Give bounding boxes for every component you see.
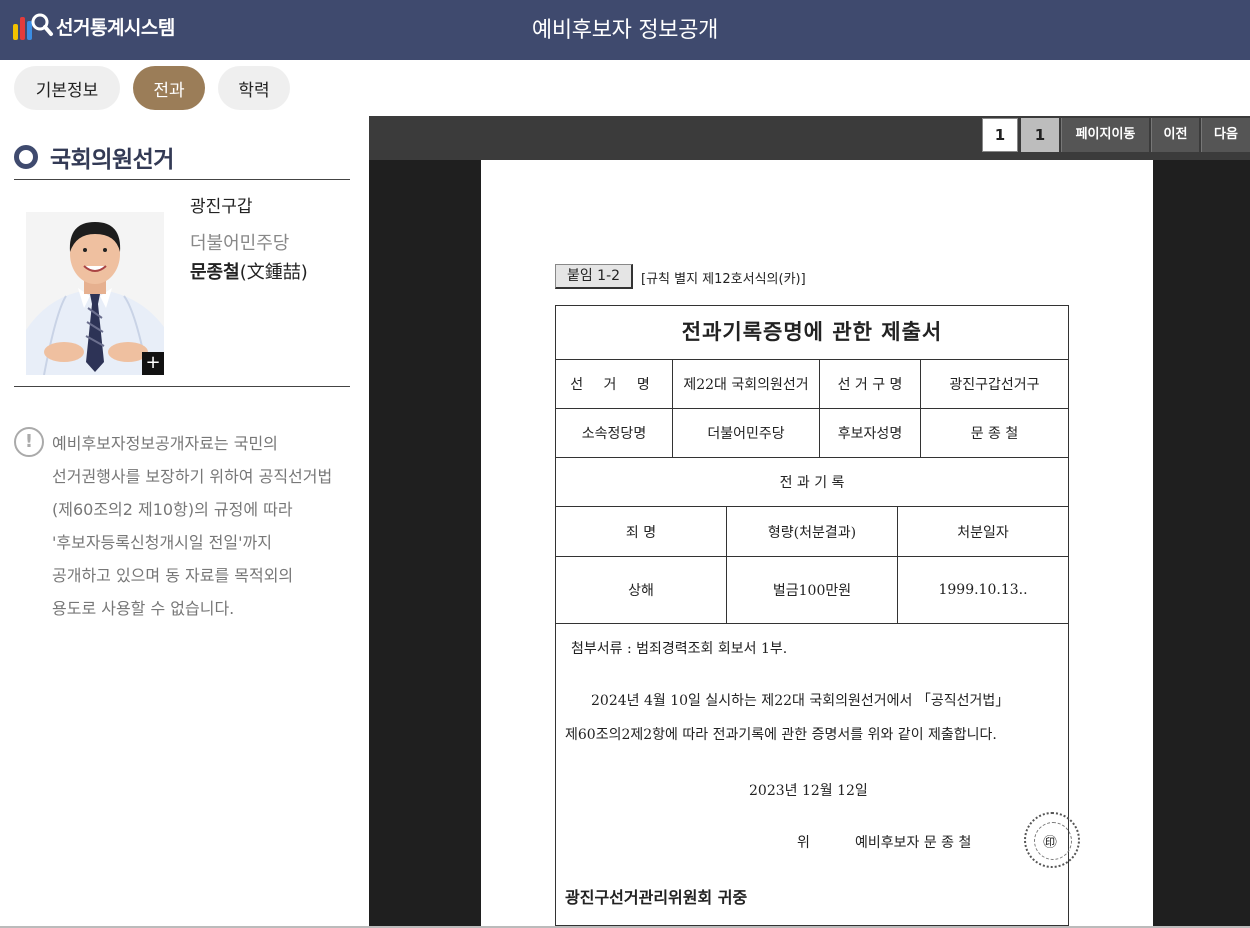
body-line: 제60조의2제2항에 따라 전과기록에 관한 증명서를 위와 같이 제출합니다. bbox=[565, 727, 997, 743]
next-page-button[interactable]: 다음 bbox=[1201, 118, 1250, 152]
notice-line: 선거권행사를 보장하기 위하여 공직선거법 bbox=[52, 467, 333, 486]
district-label-cell: 선 거 구 명 bbox=[819, 359, 921, 409]
candidate-value-cell: 문 종 철 bbox=[920, 408, 1069, 458]
seal-mark: ㊞ bbox=[1043, 835, 1057, 851]
goto-page-button[interactable]: 페이지이동 bbox=[1061, 118, 1149, 152]
notice-line: 공개하고 있으며 동 자료를 목적외의 bbox=[52, 566, 294, 585]
top-header: 선거통계시스템 예비후보자 정보공개 bbox=[0, 0, 1250, 60]
divider bbox=[14, 179, 350, 180]
document-body-frame bbox=[555, 623, 1069, 926]
election-value-cell: 제22대 국회의원선거 bbox=[672, 359, 820, 409]
page-number-input[interactable]: 1 bbox=[982, 118, 1018, 152]
tab-criminal-record[interactable]: 전과 bbox=[133, 66, 205, 110]
district-name: 광진구갑 bbox=[190, 197, 253, 217]
election-heading: 국회의원선거 bbox=[14, 140, 174, 174]
submit-date: 2023년 12월 12일 bbox=[749, 783, 868, 799]
candidate-name: 문종철 bbox=[190, 262, 240, 283]
candidate-name-hanja: (文鍾喆) bbox=[239, 262, 308, 283]
candidate-label-cell: 후보자성명 bbox=[819, 408, 921, 458]
tab-basic-info[interactable]: 기본정보 bbox=[14, 66, 120, 110]
divider bbox=[14, 386, 350, 387]
election-name: 국회의원선거 bbox=[50, 147, 174, 173]
viewer-toolbar: 1 1 페이지이동 이전 다음 bbox=[369, 116, 1250, 160]
district-value-cell: 광진구갑선거구 bbox=[920, 359, 1069, 409]
crime-column-header: 죄 명 bbox=[555, 506, 727, 557]
circle-bullet-icon bbox=[14, 145, 38, 169]
form-reference: [규칙 별지 제12호서식의(카)] bbox=[641, 272, 806, 287]
attachment-line: 첨부서류 : 범죄경력조회 회보서 1부. bbox=[571, 641, 788, 657]
candidate-panel: 국회의원선거 + 광진구갑 더불어민주당 문종철(文鍾喆) ! 예비후보자정보공… bbox=[0, 116, 369, 928]
candidate-name-line: 문종철(文鍾喆) bbox=[190, 258, 308, 284]
record-header-cell: 전 과 기 록 bbox=[555, 457, 1069, 507]
document-viewer: 1 1 페이지이동 이전 다음 붙임 1-2 [규칙 별지 제12호서식의(카)… bbox=[369, 116, 1250, 928]
document-title: 전과기록증명에 관한 제출서 bbox=[555, 305, 1069, 360]
attachment-tag: 붙임 1-2 bbox=[555, 264, 633, 289]
body-line: 2024년 4월 10일 실시하는 제22대 국회의원선거에서 「공직선거법」 bbox=[591, 693, 1010, 709]
signer-name: 예비후보자 문 종 철 bbox=[855, 835, 972, 851]
tab-bar: 기본정보 전과 학력 bbox=[14, 66, 290, 110]
party-label-cell: 소속정당명 bbox=[555, 408, 673, 458]
penalty-column-header: 형량(처분결과) bbox=[726, 506, 898, 557]
document-page: 붙임 1-2 [규칙 별지 제12호서식의(카)] 전과기록증명에 관한 제출서… bbox=[481, 160, 1153, 928]
signer-prefix: 위 bbox=[797, 835, 810, 851]
date-column-header: 처분일자 bbox=[897, 506, 1069, 557]
info-exclamation-icon: ! bbox=[14, 427, 44, 457]
record-date: 1999.10.13.. bbox=[897, 556, 1069, 624]
notice-line: (제60조의2 제10항)의 규정에 따라 bbox=[52, 500, 293, 519]
photo-enlarge-button[interactable]: + bbox=[142, 352, 164, 375]
party-value-cell: 더불어민주당 bbox=[672, 408, 820, 458]
total-pages: 1 bbox=[1021, 118, 1059, 152]
notice-line: '후보자등록신청개시일 전일'까지 bbox=[52, 533, 272, 552]
record-crime: 상해 bbox=[555, 556, 727, 624]
candidate-photo[interactable] bbox=[26, 212, 164, 375]
page-title: 예비후보자 정보공개 bbox=[531, 18, 719, 43]
notice-line: 예비후보자정보공개자료는 국민의 bbox=[52, 434, 278, 453]
disclosure-notice: 예비후보자정보공개자료는 국민의 선거권행사를 보장하기 위하여 공직선거법 (… bbox=[52, 427, 357, 625]
recipient: 광진구선거관리위원회 귀중 bbox=[565, 888, 748, 907]
election-label-cell: 선 거 명 bbox=[555, 359, 673, 409]
record-penalty: 벌금100만원 bbox=[726, 556, 898, 624]
party-name: 더불어민주당 bbox=[190, 233, 290, 254]
tab-education[interactable]: 학력 bbox=[218, 66, 290, 110]
prev-page-button[interactable]: 이전 bbox=[1151, 118, 1199, 152]
notice-line: 용도로 사용할 수 없습니다. bbox=[52, 599, 235, 618]
